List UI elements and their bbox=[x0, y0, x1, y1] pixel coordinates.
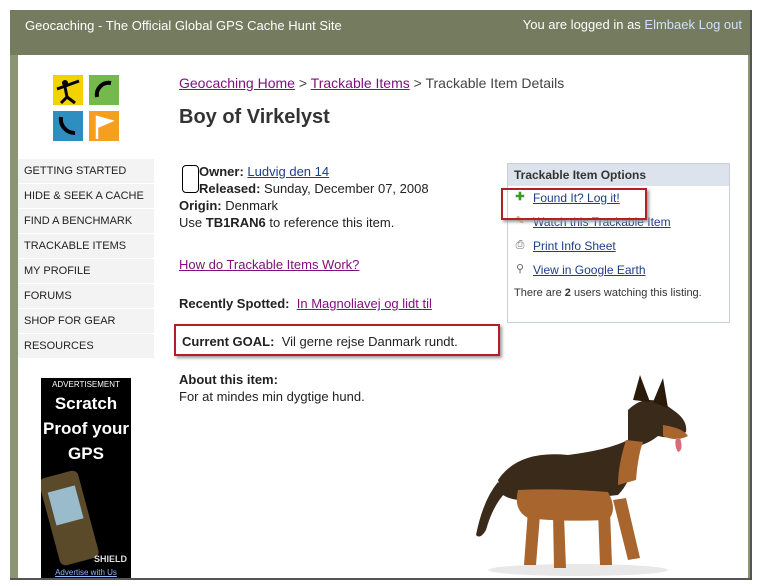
recently-spotted: Recently Spotted: In Magnoliavej og lidt… bbox=[179, 296, 432, 311]
browser-frame: Geocaching - The Official Global GPS Cac… bbox=[10, 10, 752, 580]
logged-in-text: You are logged in as bbox=[522, 17, 641, 32]
nav-hide-seek[interactable]: Hide & Seek a Cache bbox=[18, 184, 154, 209]
logo-tile-blue bbox=[53, 111, 83, 141]
released-label: Released: bbox=[199, 181, 261, 196]
print-link[interactable]: Print Info Sheet bbox=[533, 239, 616, 253]
released-date: Sunday, December 07, 2008 bbox=[264, 181, 429, 196]
login-status: You are logged in as Elmbaek Log out bbox=[523, 17, 742, 32]
current-goal-highlight: Current GOAL: Vil gerne rejse Danmark ru… bbox=[174, 324, 500, 356]
use-prefix: Use bbox=[179, 215, 203, 230]
goal-label: Current GOAL: bbox=[182, 334, 275, 349]
nav-getting-started[interactable]: Getting Started bbox=[18, 159, 154, 184]
trackable-options-panel: Trackable Item Options ✚ Found It? Log i… bbox=[501, 163, 730, 323]
logout-link[interactable]: Log out bbox=[699, 17, 742, 32]
owner-link[interactable]: Ludvig den 14 bbox=[247, 164, 329, 179]
dog-image bbox=[476, 375, 688, 576]
how-trackables-work-link[interactable]: How do Trackable Items Work? bbox=[179, 257, 359, 272]
use-suffix: to reference this item. bbox=[269, 215, 395, 230]
option-google-earth[interactable]: ⚲ View in Google Earth bbox=[508, 258, 729, 282]
about-text: For at mindes min dygtige hund. bbox=[179, 389, 365, 404]
travel-bug-icon bbox=[182, 165, 199, 193]
about-label: About this item: bbox=[179, 372, 278, 387]
top-bar: Geocaching - The Official Global GPS Cac… bbox=[10, 10, 750, 55]
page-title: Boy of Virkelyst bbox=[179, 106, 330, 128]
nav-my-profile[interactable]: My Profile bbox=[18, 259, 154, 284]
sidebar-nav: Getting Started Hide & Seek a Cache Find… bbox=[18, 159, 154, 359]
printer-icon: ⎙ bbox=[515, 239, 525, 251]
breadcrumb: Geocaching Home > Trackable Items > Trac… bbox=[179, 75, 564, 91]
watchers-count: 2 bbox=[564, 287, 571, 299]
nav-forums[interactable]: Forums bbox=[18, 284, 154, 309]
ad-label: ADVERTISEMENT bbox=[52, 380, 120, 389]
options-heading: Trackable Item Options bbox=[508, 164, 729, 186]
google-earth-link[interactable]: View in Google Earth bbox=[533, 263, 646, 277]
origin-value: Denmark bbox=[225, 198, 278, 213]
watchers-text: There are 2 users watching this listing. bbox=[508, 282, 729, 300]
owner-label: Owner: bbox=[199, 164, 244, 179]
option-print[interactable]: ⎙ Print Info Sheet bbox=[508, 234, 729, 258]
logo-tile-green bbox=[89, 75, 119, 105]
found-it-highlight bbox=[501, 188, 647, 220]
ad-brand: SHIELD bbox=[93, 554, 127, 564]
watchers-prefix: There are bbox=[514, 287, 562, 299]
recently-spotted-label: Recently Spotted: bbox=[179, 296, 290, 311]
gps-device-image bbox=[41, 469, 100, 567]
tracking-code: TB1RAN6 bbox=[205, 215, 266, 230]
logo-tile-orange bbox=[89, 111, 119, 141]
nav-trackable-items[interactable]: Trackable Items bbox=[18, 234, 154, 259]
logo-tile-yellow bbox=[53, 75, 83, 105]
goal-value: Vil gerne rejse Danmark rundt. bbox=[281, 334, 458, 349]
username-link[interactable]: Elmbaek bbox=[644, 17, 695, 32]
breadcrumb-current: Trackable Item Details bbox=[425, 75, 565, 91]
nav-shop[interactable]: Shop for Gear bbox=[18, 309, 154, 334]
ad-headline-3: GPS bbox=[68, 444, 104, 463]
breadcrumb-trackables[interactable]: Trackable Items bbox=[311, 75, 410, 91]
nav-resources[interactable]: Resources bbox=[18, 334, 154, 359]
ad-headline-2: Proof your bbox=[43, 419, 129, 438]
advertise-link[interactable]: Advertise with Us bbox=[41, 568, 131, 577]
advertisement[interactable]: ADVERTISEMENT Scratch Proof your GPS SHI… bbox=[41, 378, 131, 578]
geocaching-logo[interactable] bbox=[53, 75, 119, 141]
page-content: Getting Started Hide & Seek a Cache Find… bbox=[18, 55, 748, 578]
recently-spotted-link[interactable]: In Magnoliavej og lidt til bbox=[297, 296, 432, 311]
ad-headline-1: Scratch bbox=[54, 394, 118, 413]
watchers-suffix: users watching this listing. bbox=[573, 287, 702, 299]
breadcrumb-home[interactable]: Geocaching Home bbox=[179, 75, 295, 91]
breadcrumb-sep-2: > bbox=[413, 75, 422, 91]
origin-label: Origin: bbox=[179, 198, 222, 213]
about-item: About this item: For at mindes min dygti… bbox=[179, 371, 365, 405]
magnifier-icon: ⚲ bbox=[515, 263, 525, 275]
site-title: Geocaching - The Official Global GPS Cac… bbox=[25, 18, 342, 33]
item-details: Owner: Ludvig den 14 Released: Sunday, D… bbox=[179, 163, 429, 231]
nav-find-benchmark[interactable]: Find a Benchmark bbox=[18, 209, 154, 234]
breadcrumb-sep-1: > bbox=[298, 75, 308, 91]
